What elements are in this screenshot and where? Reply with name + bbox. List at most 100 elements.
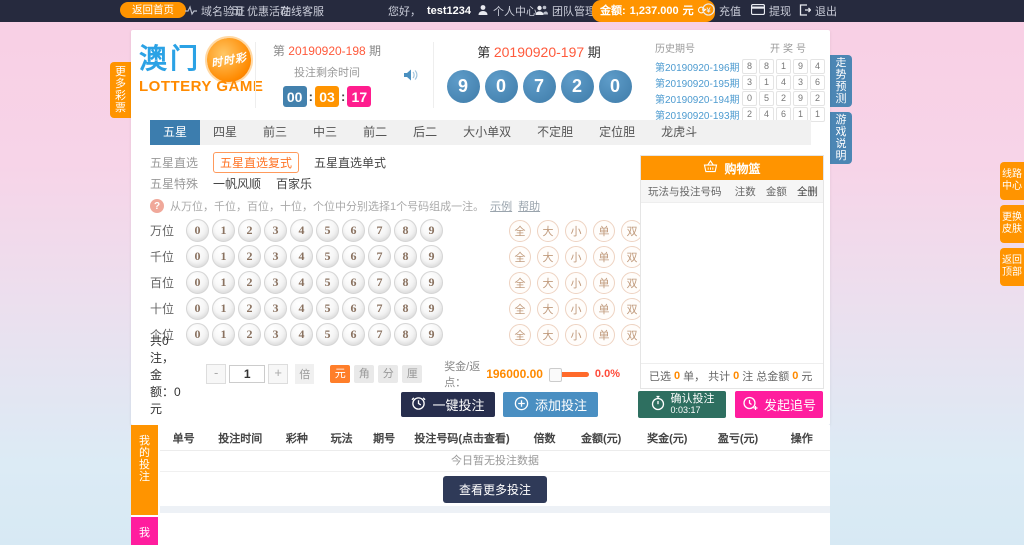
quick-select-3-0[interactable]: 全	[509, 298, 531, 320]
number-ball-2-6[interactable]: 6	[342, 271, 365, 294]
side-tab-my-bets[interactable]: 我的投注	[131, 425, 158, 515]
number-ball-1-4[interactable]: 4	[290, 245, 313, 268]
number-ball-2-4[interactable]: 4	[290, 271, 313, 294]
number-ball-0-6[interactable]: 6	[342, 219, 365, 242]
number-ball-3-0[interactable]: 0	[186, 297, 209, 320]
quick-select-3-3[interactable]: 单	[593, 298, 615, 320]
quick-select-4-1[interactable]: 大	[537, 324, 559, 346]
quick-select-2-3[interactable]: 单	[593, 272, 615, 294]
quick-select-4-0[interactable]: 全	[509, 324, 531, 346]
withdraw-link[interactable]: 提现	[751, 0, 791, 22]
speaker-icon[interactable]	[403, 68, 419, 87]
game-tab-9[interactable]: 龙虎斗	[648, 120, 710, 145]
game-tab-1[interactable]: 四星	[200, 120, 250, 145]
game-tab-5[interactable]: 后二	[400, 120, 450, 145]
logout-link[interactable]: 退出	[799, 0, 837, 22]
recharge-link[interactable]: ¥ 充值	[702, 0, 741, 22]
rebate-slider[interactable]	[549, 368, 589, 380]
quick-select-2-1[interactable]: 大	[537, 272, 559, 294]
number-ball-4-3[interactable]: 3	[264, 323, 287, 346]
number-ball-2-2[interactable]: 2	[238, 271, 261, 294]
quick-select-2-2[interactable]: 小	[565, 272, 587, 294]
mode-option-selected[interactable]: 五星直选复式	[213, 152, 299, 173]
team-link[interactable]: 团队管理	[535, 0, 596, 22]
number-ball-1-5[interactable]: 5	[316, 245, 339, 268]
mode-option[interactable]: 百家乐	[276, 175, 312, 192]
number-ball-3-8[interactable]: 8	[394, 297, 417, 320]
quick-select-2-0[interactable]: 全	[509, 272, 531, 294]
number-ball-0-3[interactable]: 3	[264, 219, 287, 242]
number-ball-0-8[interactable]: 8	[394, 219, 417, 242]
quick-select-0-2[interactable]: 小	[565, 220, 587, 242]
delete-all-button[interactable]: 全删	[792, 184, 823, 199]
number-ball-1-8[interactable]: 8	[394, 245, 417, 268]
game-tab-2[interactable]: 前三	[250, 120, 300, 145]
add-bet-button[interactable]: 添加投注	[503, 392, 598, 417]
number-ball-1-0[interactable]: 0	[186, 245, 209, 268]
game-tab-8[interactable]: 定位胆	[586, 120, 648, 145]
quick-bet-button[interactable]: 一键投注	[401, 392, 495, 417]
number-ball-4-7[interactable]: 7	[368, 323, 391, 346]
quick-select-1-1[interactable]: 大	[537, 246, 559, 268]
number-ball-3-3[interactable]: 3	[264, 297, 287, 320]
side-tab-change-skin[interactable]: 更换皮肤	[1000, 205, 1024, 243]
number-ball-1-6[interactable]: 6	[342, 245, 365, 268]
number-ball-3-9[interactable]: 9	[420, 297, 443, 320]
game-tab-3[interactable]: 中三	[300, 120, 350, 145]
quick-select-3-2[interactable]: 小	[565, 298, 587, 320]
number-ball-0-7[interactable]: 7	[368, 219, 391, 242]
quick-select-0-0[interactable]: 全	[509, 220, 531, 242]
side-tab-more-lotteries[interactable]: 更多彩票	[110, 62, 131, 118]
unit-button-2[interactable]: 分	[378, 365, 398, 383]
number-ball-3-4[interactable]: 4	[290, 297, 313, 320]
quick-select-0-3[interactable]: 单	[593, 220, 615, 242]
unit-button-0[interactable]: 元	[330, 365, 350, 383]
number-ball-3-7[interactable]: 7	[368, 297, 391, 320]
example-link[interactable]: 示例	[490, 198, 512, 214]
number-ball-1-2[interactable]: 2	[238, 245, 261, 268]
number-ball-4-0[interactable]: 0	[186, 323, 209, 346]
number-ball-4-6[interactable]: 6	[342, 323, 365, 346]
game-tab-4[interactable]: 前二	[350, 120, 400, 145]
mode-option[interactable]: 一帆风顺	[213, 175, 261, 192]
number-ball-2-5[interactable]: 5	[316, 271, 339, 294]
number-ball-3-1[interactable]: 1	[212, 297, 235, 320]
game-tab-6[interactable]: 大小单双	[450, 120, 524, 145]
multiplier-input[interactable]	[229, 365, 265, 383]
number-ball-3-5[interactable]: 5	[316, 297, 339, 320]
quick-select-3-1[interactable]: 大	[537, 298, 559, 320]
number-ball-4-2[interactable]: 2	[238, 323, 261, 346]
quick-select-0-1[interactable]: 大	[537, 220, 559, 242]
game-tab-7[interactable]: 不定胆	[524, 120, 586, 145]
chase-number-button[interactable]: 发起追号	[735, 391, 823, 418]
number-ball-1-7[interactable]: 7	[368, 245, 391, 268]
slider-handle[interactable]	[549, 368, 562, 382]
nav-customer-service[interactable]: 在线客服	[280, 0, 324, 22]
number-ball-0-1[interactable]: 1	[212, 219, 235, 242]
game-tab-0[interactable]: 五星	[150, 120, 200, 145]
quick-select-4-3[interactable]: 单	[593, 324, 615, 346]
number-ball-0-5[interactable]: 5	[316, 219, 339, 242]
mode-option[interactable]: 五星直选单式	[314, 154, 386, 171]
side-tab-line-center[interactable]: 线路中心	[1000, 162, 1024, 200]
minus-button[interactable]: -	[206, 364, 226, 384]
number-ball-4-9[interactable]: 9	[420, 323, 443, 346]
quick-select-4-2[interactable]: 小	[565, 324, 587, 346]
unit-button-3[interactable]: 厘	[402, 365, 422, 383]
quick-select-1-3[interactable]: 单	[593, 246, 615, 268]
number-ball-1-3[interactable]: 3	[264, 245, 287, 268]
number-ball-0-9[interactable]: 9	[420, 219, 443, 242]
number-ball-2-3[interactable]: 3	[264, 271, 287, 294]
profile-link[interactable]: 个人中心	[477, 0, 537, 22]
number-ball-3-6[interactable]: 6	[342, 297, 365, 320]
quick-select-1-0[interactable]: 全	[509, 246, 531, 268]
number-ball-4-1[interactable]: 1	[212, 323, 235, 346]
side-tab-trend-forecast[interactable]: 走势预测	[830, 55, 852, 107]
number-ball-4-4[interactable]: 4	[290, 323, 313, 346]
side-tab-game-rules[interactable]: 游戏说明	[830, 112, 852, 164]
help-link[interactable]: 帮助	[518, 198, 540, 214]
quick-select-1-2[interactable]: 小	[565, 246, 587, 268]
number-ball-2-8[interactable]: 8	[394, 271, 417, 294]
number-ball-1-1[interactable]: 1	[212, 245, 235, 268]
number-ball-3-2[interactable]: 2	[238, 297, 261, 320]
